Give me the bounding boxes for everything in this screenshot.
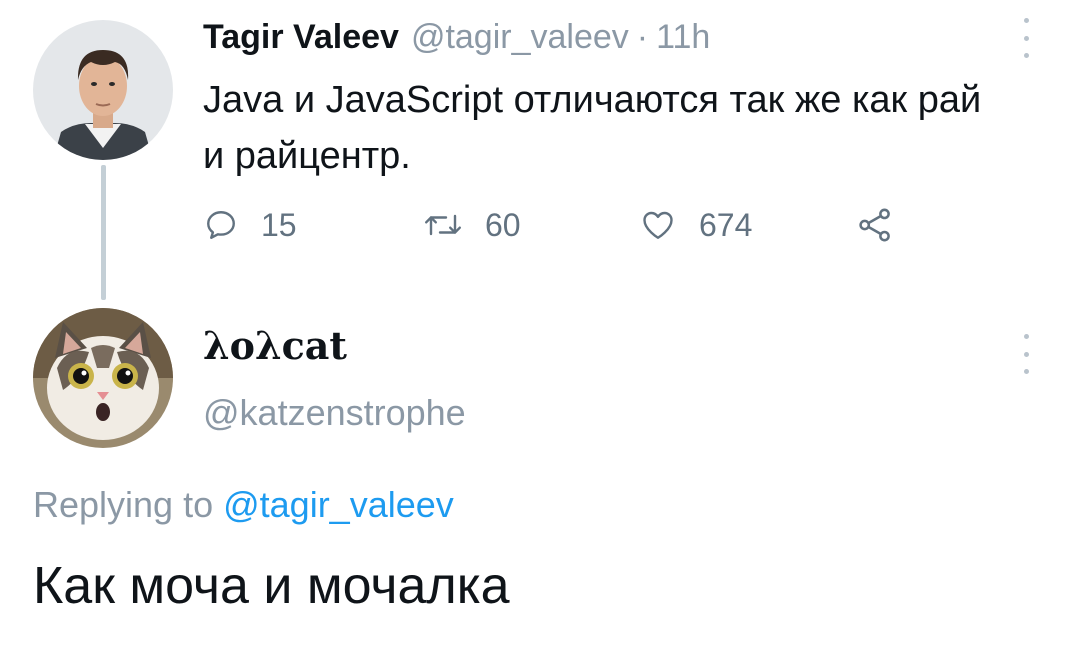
heart-icon <box>643 211 673 239</box>
header-separator: · <box>636 18 649 56</box>
reply-more-options-icon[interactable] <box>1016 334 1036 374</box>
parent-tweet-text-line: Java и JavaScript отличаются так же как … <box>203 79 982 121</box>
parent-tweet-text-line: и райцентр. <box>203 135 411 177</box>
user-photo-icon <box>33 20 173 160</box>
parent-handle[interactable]: @tagir_valeev <box>411 18 629 57</box>
parent-display-name[interactable]: Tagir Valeev <box>203 18 399 57</box>
parent-avatar[interactable] <box>33 20 173 160</box>
cat-photo-icon <box>33 308 173 448</box>
reply-tweet-text: Как моча и мочалка <box>33 557 510 615</box>
retweet-count: 60 <box>485 206 521 243</box>
reply-button[interactable]: 15 <box>203 200 297 250</box>
reply-handle[interactable]: @katzenstrophe <box>203 392 466 434</box>
parent-more-options-icon[interactable] <box>1016 18 1036 58</box>
like-count: 674 <box>699 206 753 243</box>
reply-avatar[interactable] <box>33 308 173 448</box>
replying-to-label: Replying to <box>33 484 224 525</box>
parent-tweet-header: Tagir Valeev @tagir_valeev · 11h <box>203 18 710 62</box>
retweet-button[interactable]: 60 <box>423 200 521 250</box>
reply-icon <box>207 211 235 239</box>
parent-tweet-text: Java и JavaScript отличаются так же как … <box>203 72 1053 184</box>
replying-to-mention-link[interactable]: @tagir_valeev <box>223 484 454 525</box>
reply-count: 15 <box>261 206 297 243</box>
thread-connector-line <box>101 165 106 300</box>
replying-to-line: Replying to @tagir_valeev <box>33 484 454 526</box>
parent-tweet-actions: 15 60 674 <box>203 200 923 250</box>
retweet-icon <box>425 214 461 236</box>
like-button[interactable]: 674 <box>639 200 752 250</box>
reply-display-name[interactable]: λoλcat <box>203 323 347 368</box>
share-button[interactable] <box>855 200 895 250</box>
share-icon <box>859 208 890 242</box>
parent-timestamp[interactable]: 11h <box>656 18 710 57</box>
